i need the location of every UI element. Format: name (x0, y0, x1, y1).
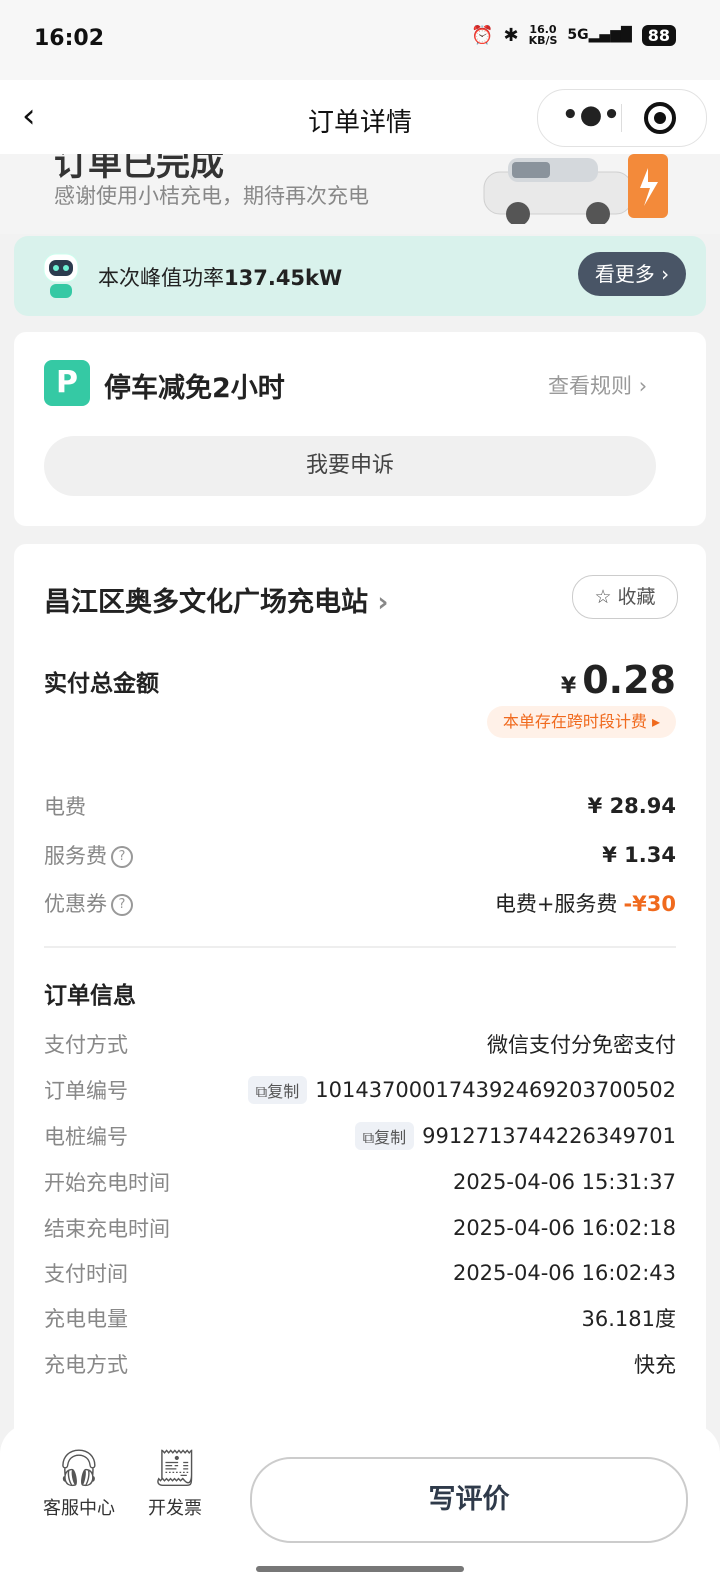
miniapp-capsule: •●• (537, 89, 707, 147)
more-dots-icon[interactable]: •●• (562, 100, 621, 130)
info-row: 电桩编号 ⧉复制 9912713744226349701 (44, 1122, 676, 1150)
chevron-right-icon: › (377, 587, 389, 618)
star-icon: ☆ (594, 586, 612, 608)
car-charger-illustration (483, 154, 668, 224)
copy-button[interactable]: ⧉复制 (247, 1076, 308, 1104)
chevron-right-icon: › (638, 374, 648, 398)
parking-icon: P (44, 360, 90, 406)
info-row: 支付方式 微信支付分免密支付 (44, 1033, 676, 1057)
info-row: 充电方式 快充 (44, 1353, 676, 1377)
home-indicator (256, 1566, 464, 1572)
favorite-button[interactable]: ☆ 收藏 (572, 575, 678, 619)
view-rules-link[interactable]: 查看规则 › (548, 370, 647, 400)
info-row: 结束充电时间 2025-04-06 16:02:18 (44, 1216, 676, 1241)
network-speed: 16.0 KB/S (528, 23, 558, 47)
help-icon[interactable]: ? (111, 846, 133, 868)
peak-power-text: 本次峰值功率137.45kW (98, 266, 343, 290)
status-time: 16:02 (34, 26, 105, 51)
status-icons: ⏰ ✱ 16.0 KB/S 5G▂▄▆█ 88 (471, 24, 676, 46)
station-name-link[interactable]: 昌江区奥多文化广场充电站 › (44, 580, 389, 619)
parking-card (14, 332, 706, 526)
signal-icon: 5G▂▄▆█ (567, 27, 632, 43)
divider (44, 946, 676, 948)
parking-title: 停车减免2小时 (104, 373, 285, 404)
info-row: 订单编号 ⧉复制 1014370001743924692037005​02 (44, 1076, 676, 1104)
appeal-button[interactable]: 我要申诉 (44, 436, 656, 496)
cross-period-tag[interactable]: 本单存在跨时段计费 ▸ (486, 706, 676, 738)
battery-icon: 88 (641, 24, 676, 46)
bluetooth-icon: ✱ (503, 24, 519, 46)
info-row: 支付时间 2025-04-06 16:02:43 (44, 1261, 676, 1286)
headset-icon: 🎧︎ (56, 1448, 102, 1489)
fee-row-electricity: 电费 ¥ 28.94 (44, 794, 676, 819)
write-review-button[interactable]: 写评价 (250, 1457, 688, 1543)
status-banner: 订单已完成 感谢使用小桔充电，期待再次充电 (0, 154, 720, 234)
invoice-tab[interactable]: 🧾︎ 开发票 (130, 1444, 220, 1520)
capsule-divider (621, 104, 622, 132)
info-row: 开始充电时间 2025-04-06 15:31:37 (44, 1170, 676, 1195)
fee-row-coupon: 优惠券? 电费+服务费 -¥30 (44, 892, 676, 916)
help-icon[interactable]: ? (111, 894, 133, 916)
robot-mascot-icon (43, 253, 79, 298)
order-info-title: 订单信息 (44, 983, 136, 1009)
receipt-icon: 🧾︎ (152, 1448, 198, 1489)
target-icon[interactable] (644, 102, 676, 134)
customer-service-tab[interactable]: 🎧︎ 客服中心 (34, 1444, 124, 1520)
total-label: 实付总金额 (44, 671, 159, 697)
see-more-button[interactable]: 看更多 › (578, 252, 686, 296)
alarm-icon: ⏰ (471, 24, 494, 46)
order-status-subtitle: 感谢使用小桔充电，期待再次充电 (54, 184, 369, 208)
total-amount: ¥0.28 (560, 658, 676, 702)
info-row: 充电电量 36.181度 (44, 1307, 676, 1331)
fee-row-service: 服务费? ¥ 1.34 (44, 843, 676, 868)
copy-button[interactable]: ⧉复制 (354, 1122, 415, 1150)
